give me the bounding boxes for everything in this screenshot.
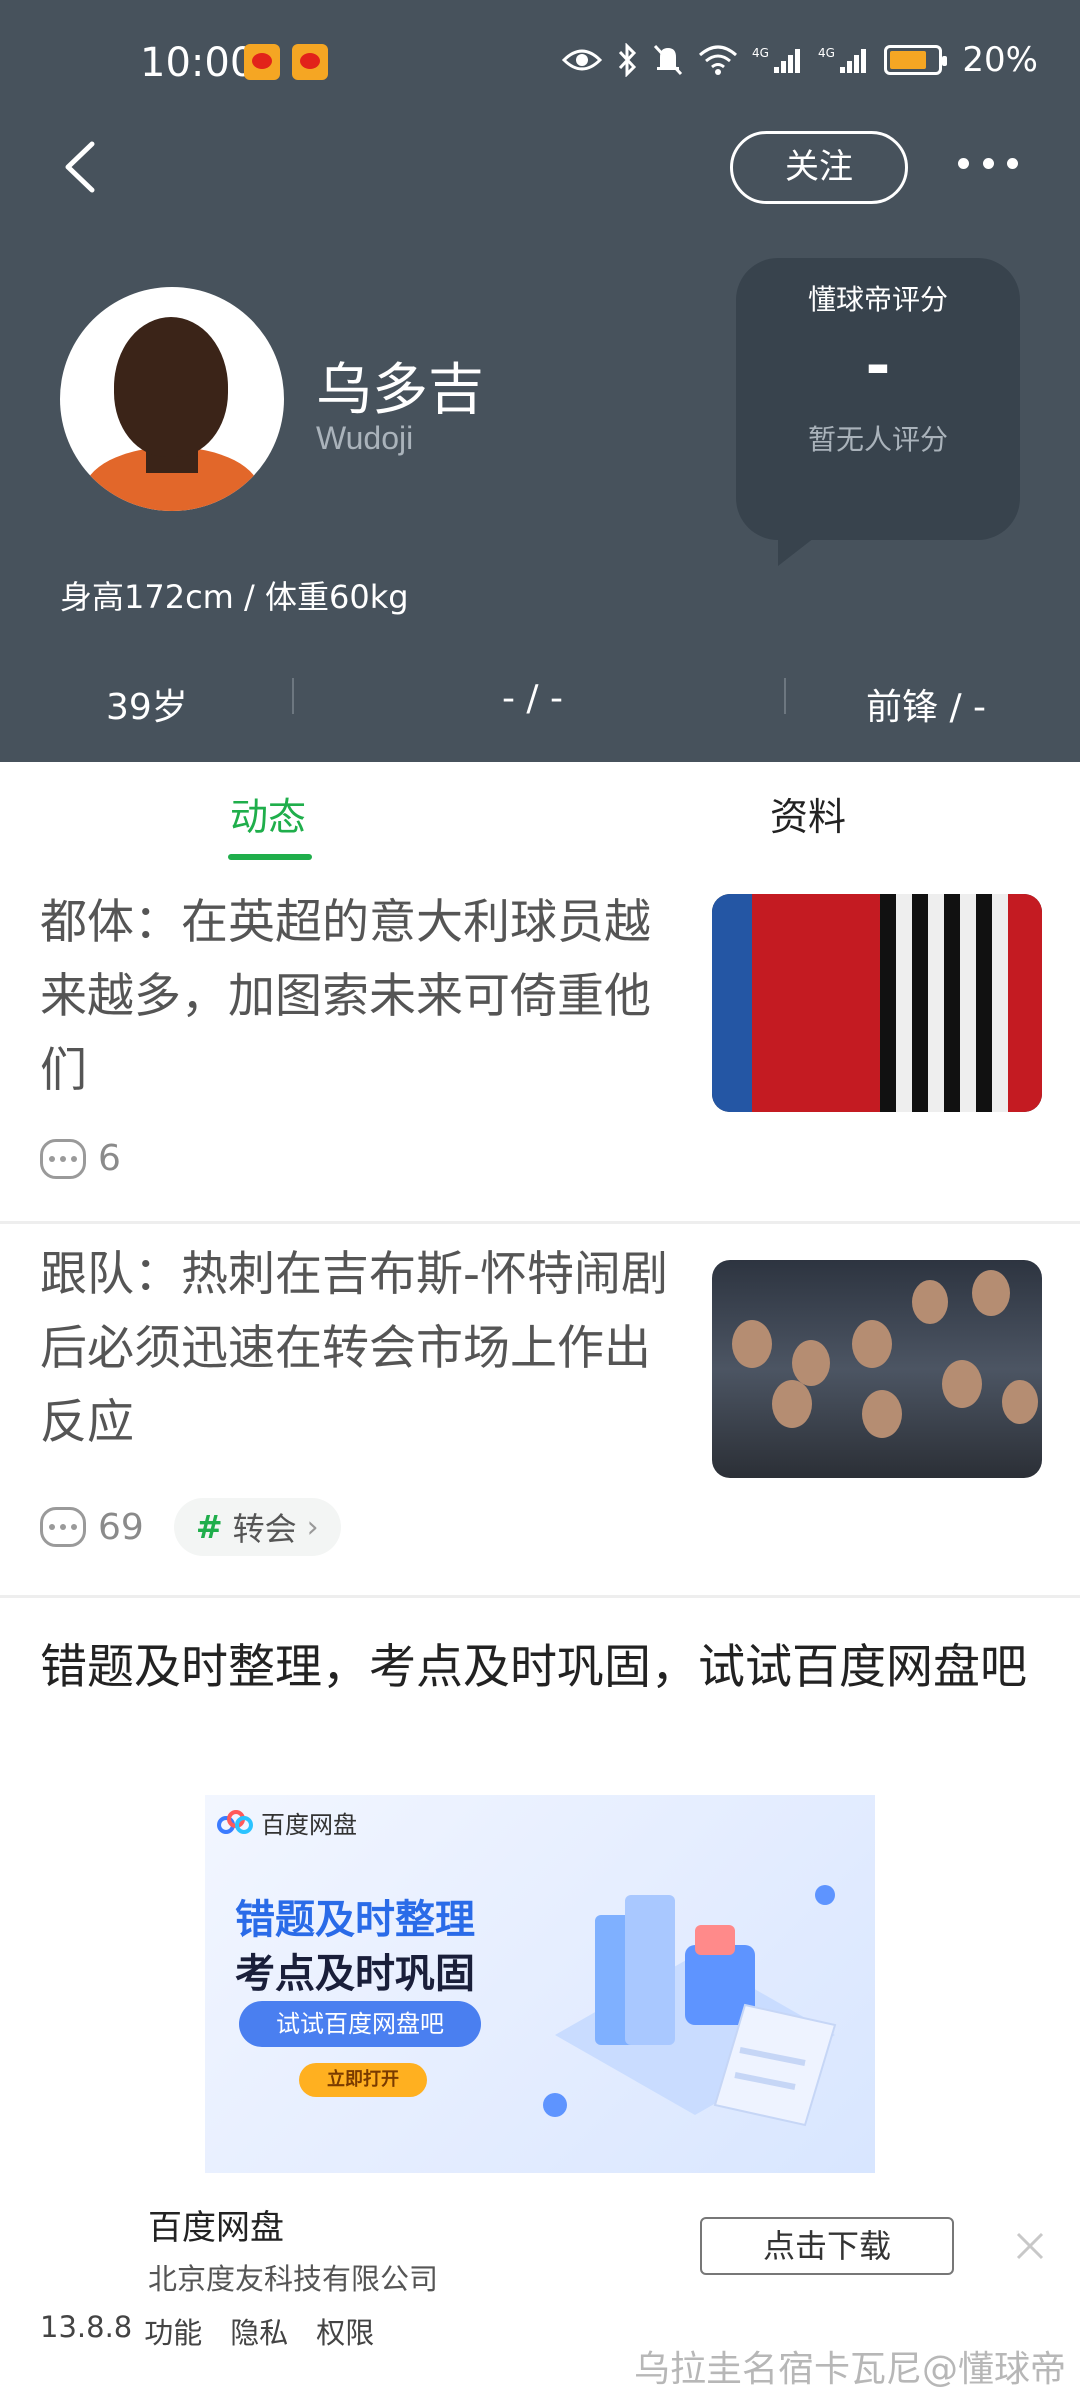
rating-value: - [865,331,891,401]
status-bar: 10:00 4G 4G 20% [0,0,1080,130]
ad-title[interactable]: 错题及时整理，考点及时巩固，试试百度网盘吧 [40,1632,1040,1704]
stat-club: - / - [502,678,563,719]
ad-brand-name: 百度网盘 [261,1811,357,1839]
wifi-icon [699,45,738,75]
comment-icon [40,1138,86,1179]
rating-subtitle: 暂无人评分 [807,423,948,456]
baidu-netdisk-icon [217,1809,253,1836]
svg-text:4G: 4G [752,46,769,60]
more-icon[interactable] [958,158,1018,172]
signal-4g-icon: 4G [818,46,867,73]
ad-open-button[interactable]: 立即打开 [299,2063,427,2097]
ad-headline-2: 考点及时巩固 [235,1951,475,1997]
status-icons: 4G 4G 20% [562,40,1038,80]
weibo-icon [244,44,280,80]
ad-illustration [543,1885,837,2127]
tab-active-indicator [228,854,312,860]
battery-percent: 20% [962,40,1038,80]
topic-tag[interactable]: # 转会 › [173,1498,341,1556]
ad-app-name: 百度网盘 [148,2208,284,2248]
comment-icon [40,1507,86,1547]
ad-app-meta: 13.8.8 功能 隐私 权限 [40,2310,374,2352]
eye-icon [562,49,603,71]
ad-app-version: 13.8.8 [40,2310,133,2344]
news-item[interactable]: 跟队：热刺在吉布斯-怀特闹剧后必须迅速在转会市场上作出反应 69 # 转会 › [0,1224,1080,1598]
news-thumbnail [712,1260,1042,1478]
weibo-icon [292,44,328,80]
news-meta: 6 [40,1138,121,1179]
player-stats: 39岁 - / - 前锋 / - [0,668,1080,732]
follow-button[interactable]: 关注 [730,131,908,204]
comment-count: 6 [98,1138,121,1179]
download-button[interactable]: 点击下载 [700,2217,954,2275]
back-icon[interactable] [58,140,106,194]
chevron-right-icon: › [306,1509,319,1545]
ad-headline-1: 错题及时整理 [235,1897,475,1943]
tab-bar: 动态 资料 [0,762,1080,872]
ad-brand-logo: 百度网盘 [217,1805,357,1840]
tab-profile[interactable]: 资料 [770,786,846,841]
player-header: 10:00 4G 4G 20% 关注 乌多吉 Wudoji 身高172cm / … [0,0,1080,762]
stat-age: 39岁 [106,687,188,728]
close-icon[interactable] [1012,2228,1048,2264]
status-time: 10:00 [140,40,256,86]
rating-title: 懂球帝评分 [807,283,948,316]
topic-tag-label: 转会 [232,1510,297,1548]
watermark: 乌拉圭名宿卡瓦尼@懂球帝 [633,2349,1066,2390]
comment-count: 69 [98,1506,144,1548]
player-avatar [60,287,284,511]
ad-link-privacy[interactable]: 隐私 [230,2310,288,2352]
hash-icon: # [195,1508,223,1546]
player-name-en: Wudoji [316,420,414,456]
mute-icon [654,44,683,76]
ad-link-permissions[interactable]: 权限 [316,2310,374,2352]
svg-text:4G: 4G [818,46,835,60]
news-title: 跟队：热刺在吉布斯-怀特闹剧后必须迅速在转会市场上作出反应 [40,1247,668,1450]
bluetooth-icon [619,43,637,77]
battery-icon [884,45,948,75]
player-name: 乌多吉 [316,358,484,423]
stat-divider [784,678,786,714]
news-meta: 69 # 转会 › [40,1498,341,1556]
ad-app-company: 北京度友科技有限公司 [148,2262,439,2296]
tab-feed[interactable]: 动态 [230,786,306,841]
signal-4g-icon: 4G [752,46,801,73]
rating-bubble[interactable]: 懂球帝评分 - 暂无人评分 [736,258,1020,566]
news-thumbnail [712,894,1042,1112]
stat-divider [292,678,294,714]
ad-banner[interactable]: 百度网盘 错题及时整理 考点及时巩固 试试百度网盘吧 立即打开 [205,1795,875,2173]
ad-slogan-pill: 试试百度网盘吧 [239,2001,481,2047]
ad-link-features[interactable]: 功能 [144,2310,202,2352]
news-title: 都体：在英超的意大利球员越来越多，加图索未来可倚重他们 [40,895,651,1098]
stat-position: 前锋 / - [866,687,987,728]
news-item[interactable]: 都体：在英超的意大利球员越来越多，加图索未来可倚重他们 6 [0,872,1080,1224]
player-body-info: 身高172cm / 体重60kg [60,578,409,616]
